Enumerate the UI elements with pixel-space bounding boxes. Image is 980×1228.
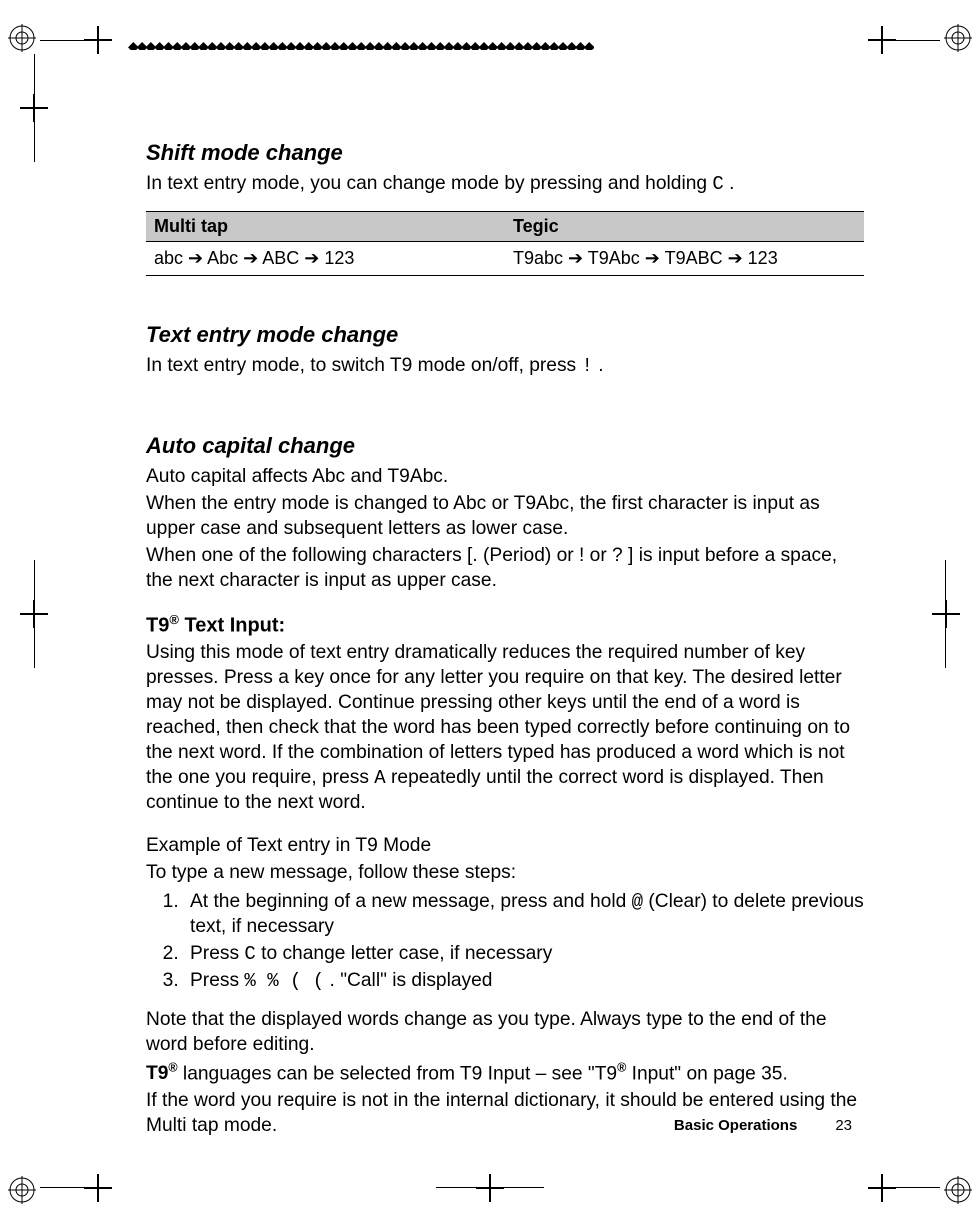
- footer-page-number: 23: [835, 1117, 852, 1134]
- text: T9: [146, 614, 169, 636]
- list-item: At the beginning of a new message, press…: [184, 890, 864, 940]
- crop-line: [880, 40, 940, 41]
- key-a: A: [374, 767, 385, 789]
- table-header-multitap: Multi tap: [146, 211, 505, 241]
- registered-mark: ®: [169, 612, 179, 627]
- table-header-tegic: Tegic: [505, 211, 864, 241]
- shift-mode-table: Multi tap Tegic abc ➔ Abc ➔ ABC ➔ 123 T9…: [146, 211, 864, 276]
- crop-line: [34, 54, 35, 162]
- text: In text entry mode, you can change mode …: [146, 173, 712, 194]
- auto-capital-p1: Auto capital affects Abc and T9Abc.: [146, 465, 864, 490]
- heading-text-entry-mode: Text entry mode change: [146, 322, 864, 348]
- text: to change letter case, if necessary: [256, 943, 553, 964]
- key-c: C: [712, 173, 723, 195]
- crop-line: [945, 560, 946, 668]
- crop-mark-icon: [84, 1174, 112, 1202]
- decorative-diamond-strip: ◆◆◆◆◆◆◆◆◆◆◆◆◆◆◆◆◆◆◆◆◆◆◆◆◆◆◆◆◆◆◆◆◆◆◆◆◆◆◆◆…: [128, 38, 594, 50]
- text: .: [724, 173, 735, 194]
- text: Input" on page 35.: [626, 1063, 788, 1084]
- key-at: @: [632, 891, 643, 913]
- text: abc ➔ Abc ➔ ABC ➔ 123: [154, 248, 354, 268]
- text: At the beginning of a new message, press…: [190, 891, 632, 912]
- key-sequence: % % ( (: [244, 970, 324, 992]
- registered-mark: ®: [617, 1061, 626, 1075]
- auto-capital-p2: When the entry mode is changed to Abc or…: [146, 492, 864, 542]
- crop-mark-icon: [932, 600, 960, 628]
- text-entry-intro: In text entry mode, to switch T9 mode on…: [146, 354, 864, 379]
- text: Press: [190, 970, 244, 991]
- text: .: [593, 355, 604, 376]
- text: In text entry mode, to switch T9 mode on…: [146, 355, 582, 376]
- crop-line: [436, 1187, 544, 1188]
- t9-note: Note that the displayed words change as …: [146, 1008, 864, 1058]
- key-exclaim: !: [582, 355, 593, 377]
- heading-t9-input: T9® Text Input:: [146, 612, 864, 638]
- shift-mode-intro: In text entry mode, you can change mode …: [146, 172, 864, 197]
- table-cell-multitap: abc ➔ Abc ➔ ABC ➔ 123: [146, 241, 505, 275]
- crop-mark-icon: [868, 1174, 896, 1202]
- crop-line: [880, 1187, 940, 1188]
- heading-shift-mode: Shift mode change: [146, 140, 864, 166]
- crop-mark-icon: [476, 1174, 504, 1202]
- t9-steps-list: At the beginning of a new message, press…: [146, 890, 864, 994]
- footer-section-label: Basic Operations: [674, 1117, 797, 1134]
- table-cell-tegic: T9abc ➔ T9Abc ➔ T9ABC ➔ 123: [505, 241, 864, 275]
- list-item: Press % % ( ( . "Call" is displayed: [184, 969, 864, 994]
- auto-capital-p3: When one of the following characters [. …: [146, 544, 864, 594]
- crop-line: [34, 560, 35, 668]
- crop-line: [40, 1187, 100, 1188]
- page-content: Shift mode change In text entry mode, yo…: [146, 130, 864, 1141]
- text: Press: [190, 943, 244, 964]
- t9-description: Using this mode of text entry dramatical…: [146, 641, 864, 816]
- registration-mark-icon: [944, 1176, 972, 1204]
- text: . "Call" is displayed: [324, 970, 492, 991]
- registration-mark-icon: [944, 24, 972, 52]
- list-item: Press C to change letter case, if necess…: [184, 942, 864, 967]
- page-footer: Basic Operations 23: [674, 1117, 852, 1134]
- crop-line: [40, 40, 100, 41]
- heading-auto-capital: Auto capital change: [146, 433, 864, 459]
- t9-languages: T9® languages can be selected from T9 In…: [146, 1060, 864, 1087]
- text: languages can be selected from T9 Input …: [178, 1063, 618, 1084]
- text: T9: [146, 1063, 168, 1084]
- registration-mark-icon: [8, 1176, 36, 1204]
- registration-mark-icon: [8, 24, 36, 52]
- text: T9abc ➔ T9Abc ➔ T9ABC ➔ 123: [513, 248, 778, 268]
- key-c: C: [244, 943, 255, 965]
- text: Text Input:: [179, 614, 285, 636]
- t9-example-heading: Example of Text entry in T9 Mode: [146, 834, 864, 859]
- t9-follow-steps: To type a new message, follow these step…: [146, 861, 864, 886]
- registered-mark: ®: [168, 1061, 177, 1075]
